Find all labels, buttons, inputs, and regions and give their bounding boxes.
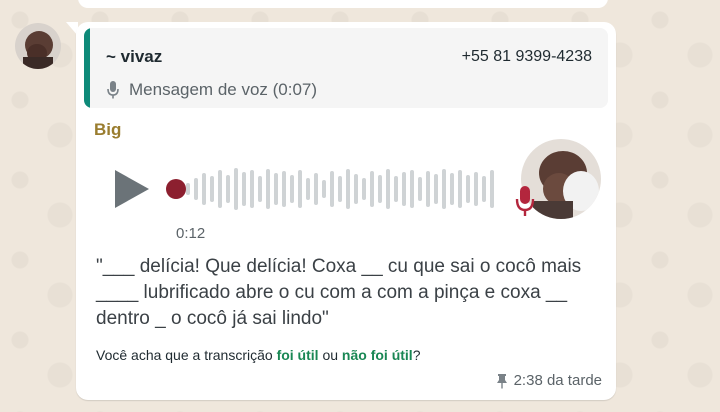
feedback-or-text: ou — [318, 347, 342, 363]
quoted-message[interactable]: ~ vivaz +55 81 9399-4238 Mensagem de voz… — [84, 28, 608, 108]
audio-duration: 0:12 — [176, 225, 206, 242]
audio-waveform[interactable] — [180, 164, 500, 214]
message-meta: 2:38 da tarde — [496, 372, 602, 389]
quoted-preview: Mensagem de voz (0:07) — [129, 80, 318, 99]
avatar-photo — [15, 23, 61, 69]
quoted-sender-phone: +55 81 9399-4238 — [461, 48, 592, 65]
transcription-text: "___ delícia! Que delícia! Coxa __ cu qu… — [96, 256, 582, 329]
microphone-icon — [107, 81, 119, 99]
message-sender-name[interactable]: Big — [94, 120, 121, 140]
transcription-feedback: Você acha que a transcrição foi útil ou … — [96, 346, 436, 365]
feedback-useful-link[interactable]: foi útil — [277, 347, 319, 363]
quote-accent-bar — [84, 28, 90, 108]
pin-icon — [496, 373, 507, 388]
message-timestamp: 2:38 da tarde — [513, 372, 602, 389]
microphone-icon — [515, 186, 535, 216]
play-icon[interactable] — [112, 168, 152, 210]
feedback-not-useful-link[interactable]: não foi útil — [342, 347, 413, 363]
feedback-prompt: Você acha que a transcrição — [96, 347, 277, 363]
quoted-sender-name: ~ vivaz — [106, 47, 163, 66]
message-bubble[interactable]: ~ vivaz +55 81 9399-4238 Mensagem de voz… — [76, 22, 616, 400]
feedback-suffix: ? — [412, 347, 421, 363]
previous-message-bubble — [78, 0, 608, 8]
sender-avatar[interactable] — [15, 23, 61, 69]
